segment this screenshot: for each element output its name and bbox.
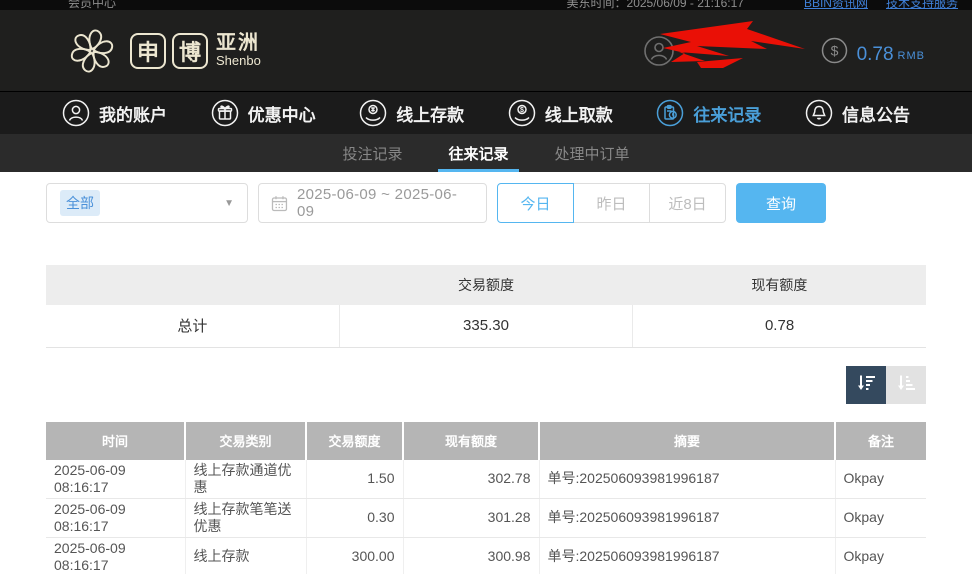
summary-header-current-amount: 现有额度 xyxy=(632,265,926,305)
bell-icon xyxy=(805,99,833,127)
records-header-row: 时间 交易类别 交易额度 现有额度 摘要 备注 xyxy=(46,421,926,460)
wallet-balance[interactable]: $ 0.78 RMB xyxy=(821,37,925,64)
gift-icon xyxy=(211,99,239,127)
chevron-down-icon: ▼ xyxy=(224,197,234,209)
svg-text:$: $ xyxy=(520,107,524,114)
summary-total-label: 总计 xyxy=(46,305,340,348)
summary-total-row: 总计 335.30 0.78 xyxy=(46,305,926,348)
col-header-time: 时间 xyxy=(46,421,186,460)
summary-header-empty xyxy=(46,265,340,305)
summary-transaction-amount: 335.30 xyxy=(338,305,633,348)
nav-label: 线上取款 xyxy=(544,105,613,125)
main-nav: 我的账户 优惠中心 线上存款 $ 线上取款 往来记录 信息公告 xyxy=(0,91,972,134)
date-range-value: 2025-06-09 ~ 2025-06-09 xyxy=(296,186,458,220)
quick-date-button-group: 今日 昨日 近8日 xyxy=(497,183,726,223)
cell-balance: 301.28 xyxy=(403,498,540,538)
balance-currency: RMB xyxy=(897,50,925,62)
nav-label: 我的账户 xyxy=(99,105,167,125)
records-table: 时间 交易类别 交易额度 现有额度 摘要 备注 2025-06-09 08:16… xyxy=(46,421,926,574)
calendar-icon xyxy=(271,195,288,211)
tab-pending-orders[interactable]: 处理中订单 xyxy=(555,134,630,172)
summary-header-transaction-amount: 交易额度 xyxy=(339,265,633,305)
filter-row: 全部 ▼ 2025-06-09 ~ 2025-06-09 今日 昨日 近8日 查… xyxy=(46,183,926,223)
transaction-type-select[interactable]: 全部 ▼ xyxy=(46,183,248,223)
summary-header-row: 交易额度 现有额度 xyxy=(46,265,926,305)
nav-label: 线上存款 xyxy=(396,105,465,125)
col-header-summary: 摘要 xyxy=(539,421,836,460)
dollar-coin-icon: $ xyxy=(821,37,847,64)
cell-amount: 0.30 xyxy=(306,498,404,538)
sort-ascending-icon xyxy=(895,372,917,397)
balance-amount: 0.78 xyxy=(856,44,894,65)
cell-balance: 300.98 xyxy=(403,537,540,574)
summary-current-amount: 0.78 xyxy=(632,305,926,348)
tab-betting-records[interactable]: 投注记录 xyxy=(342,134,402,172)
cell-time: 2025-06-09 08:16:17 xyxy=(46,498,186,538)
yesterday-button[interactable]: 昨日 xyxy=(573,183,650,223)
nav-item-my-account[interactable]: 我的账户 xyxy=(62,99,167,127)
bbin-info-link[interactable]: BBIN资讯网 xyxy=(804,0,868,10)
svg-text:$: $ xyxy=(830,43,838,59)
nav-label: 往来记录 xyxy=(693,105,762,125)
flower-logo-icon xyxy=(70,29,114,72)
cell-summary: 单号:202506093981996187 xyxy=(539,498,836,538)
cell-type: 线上存款 xyxy=(185,537,307,574)
shenbo-logo[interactable]: 申 博 亚洲 Shenbo xyxy=(64,23,261,79)
deposit-icon xyxy=(359,99,387,127)
cell-time: 2025-06-09 08:16:17 xyxy=(46,459,186,499)
cell-note: Okpay xyxy=(835,498,926,538)
cell-summary: 单号:202506093981996187 xyxy=(539,537,836,574)
cell-note: Okpay xyxy=(835,537,926,574)
cell-summary: 单号:202506093981996187 xyxy=(539,459,836,499)
selected-type-chip: 全部 xyxy=(60,190,100,216)
logo-asia-label: 亚洲 xyxy=(216,32,260,55)
eastern-time-label: 美东时间：2025/06/09 - 21:16:17 xyxy=(566,0,744,10)
withdraw-icon: $ xyxy=(508,99,536,127)
search-button[interactable]: 查询 xyxy=(736,183,826,223)
nav-item-announcements[interactable]: 信息公告 xyxy=(805,99,910,127)
sub-nav: 投注记录 往来记录 处理中订单 xyxy=(0,134,972,172)
sort-descending-icon xyxy=(855,372,877,397)
cell-type: 线上存款通道优惠 xyxy=(185,459,307,499)
cell-balance: 302.78 xyxy=(403,459,540,499)
logo-char-shen: 申 xyxy=(130,32,166,69)
tech-support-link[interactable]: 技术支持服务 xyxy=(886,0,958,10)
col-header-balance: 现有额度 xyxy=(403,421,540,460)
records-icon xyxy=(656,99,684,127)
tab-transaction-records[interactable]: 往来记录 xyxy=(438,134,519,172)
nav-item-deposit[interactable]: 线上存款 xyxy=(359,99,464,127)
last-8-days-button[interactable]: 近8日 xyxy=(649,183,726,223)
date-range-input[interactable]: 2025-06-09 ~ 2025-06-09 xyxy=(258,183,487,223)
redaction-scribble xyxy=(659,20,805,68)
topbar: 会员中心 美东时间：2025/06/09 - 21:16:17 BBIN资讯网 … xyxy=(0,0,972,10)
member-center-link[interactable]: 会员中心 xyxy=(68,0,116,10)
cell-amount: 1.50 xyxy=(306,459,404,499)
table-row: 2025-06-09 08:16:17 线上存款 300.00 300.98 单… xyxy=(46,537,926,574)
table-row: 2025-06-09 08:16:17 线上存款笔笔送优惠 0.30 301.2… xyxy=(46,498,926,538)
nav-item-withdraw[interactable]: $ 线上取款 xyxy=(508,99,613,127)
today-button[interactable]: 今日 xyxy=(497,183,574,223)
logo-latin-label: Shenbo xyxy=(216,53,261,69)
table-row: 2025-06-09 08:16:17 线上存款通道优惠 1.50 302.78… xyxy=(46,459,926,499)
cell-type: 线上存款笔笔送优惠 xyxy=(185,498,307,538)
cell-amount: 300.00 xyxy=(306,537,404,574)
nav-label: 信息公告 xyxy=(841,105,910,125)
user-account-area[interactable] xyxy=(643,20,805,71)
sort-descending-button[interactable] xyxy=(846,365,886,404)
col-header-amount: 交易额度 xyxy=(306,421,404,460)
nav-label: 优惠中心 xyxy=(247,105,316,125)
col-header-type: 交易类别 xyxy=(185,421,307,460)
user-icon xyxy=(62,99,90,127)
sort-ascending-button[interactable] xyxy=(886,365,926,404)
col-header-note: 备注 xyxy=(835,421,926,460)
header: 申 博 亚洲 Shenbo $ 0.78 RMB xyxy=(0,10,972,91)
summary-table: 交易额度 现有额度 总计 335.30 0.78 xyxy=(46,265,926,348)
sort-controls xyxy=(46,365,926,404)
nav-item-promotions[interactable]: 优惠中心 xyxy=(211,99,316,127)
logo-char-bo: 博 xyxy=(172,32,208,69)
cell-note: Okpay xyxy=(835,459,926,499)
nav-item-transaction-records[interactable]: 往来记录 xyxy=(656,99,761,127)
cell-time: 2025-06-09 08:16:17 xyxy=(46,537,186,574)
